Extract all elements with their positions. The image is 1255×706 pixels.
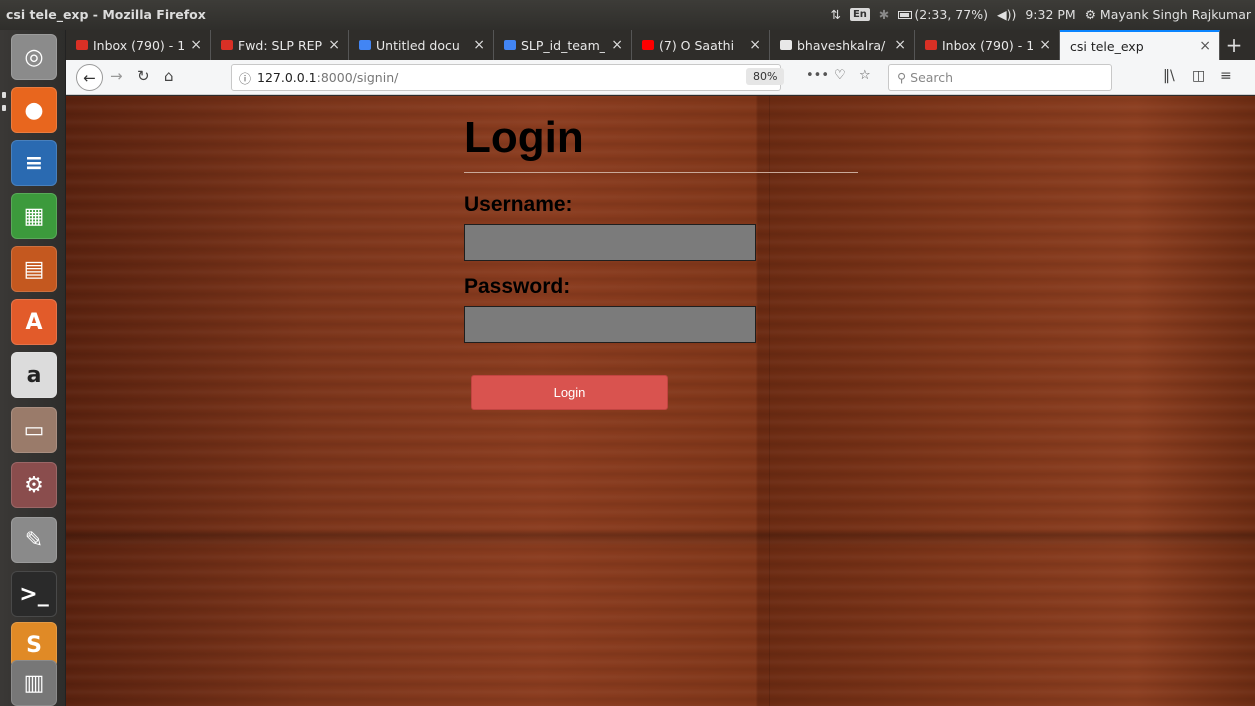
desktop-screen: csi tele_exp - Mozilla Firefox ⇅ En ✱ (2… xyxy=(0,0,1255,706)
running-indicator xyxy=(2,105,6,111)
tab-label: bhaveshkalra/ xyxy=(797,37,886,53)
library-icon[interactable]: ‖\ xyxy=(1163,68,1175,84)
top-panel: csi tele_exp - Mozilla Firefox ⇅ En ✱ (2… xyxy=(0,0,1255,30)
clock[interactable]: 9:32 PM xyxy=(1025,7,1075,22)
tab-label: Inbox (790) - 1 xyxy=(93,37,185,53)
tab-favicon-icon xyxy=(221,40,233,50)
gear-icon: ⚙ xyxy=(1084,7,1096,22)
navigation-bar: ← → ↻ ⌂ ⓘ 127.0.0.1:8000/signin/ 80% •••… xyxy=(66,60,1255,95)
browser-tab[interactable]: csi tele_exp × xyxy=(1060,30,1220,60)
bluetooth-icon[interactable]: ✱ xyxy=(879,7,889,22)
menu-icon[interactable]: ≡ xyxy=(1220,68,1232,84)
battery-icon xyxy=(898,11,913,19)
search-icon: ⚲ xyxy=(897,70,907,85)
search-placeholder: Search xyxy=(910,70,954,85)
tab-label: csi tele_exp xyxy=(1070,38,1144,54)
login-button[interactable]: Login xyxy=(471,375,668,410)
username-input[interactable] xyxy=(464,224,756,261)
url-host: 127.0.0.1 xyxy=(257,70,317,85)
page-content: Login Username: Password: Login xyxy=(66,96,1255,706)
browser-tab[interactable]: Untitled docu × xyxy=(349,30,494,60)
keyboard-layout-indicator[interactable]: En xyxy=(849,8,870,21)
tab-close-icon[interactable]: × xyxy=(1039,37,1051,53)
tab-favicon-icon xyxy=(359,40,371,50)
tab-label: Fwd: SLP REP( xyxy=(238,37,323,53)
system-settings-icon[interactable]: ⚙ xyxy=(11,462,57,508)
username-label: Username: xyxy=(464,193,573,216)
site-info-icon[interactable]: ⓘ xyxy=(239,70,251,87)
tab-favicon-icon xyxy=(504,40,516,50)
browser-tab[interactable]: (7) O Saathi × xyxy=(632,30,770,60)
browser-tab[interactable]: SLP_id_team_ × xyxy=(494,30,632,60)
new-tab-button[interactable]: + xyxy=(1220,30,1248,60)
tab-close-icon[interactable]: × xyxy=(894,37,906,53)
sidebar-icon[interactable]: ◫ xyxy=(1192,68,1205,84)
tab-label: Untitled docu xyxy=(376,37,460,53)
reload-button[interactable]: ↻ xyxy=(137,67,150,85)
tab-favicon-icon xyxy=(76,40,88,50)
tab-favicon-icon xyxy=(780,40,792,50)
tab-close-icon[interactable]: × xyxy=(190,37,202,53)
tab-favicon-icon xyxy=(925,40,937,50)
back-arrow-icon: ← xyxy=(83,68,96,87)
page-title: Login xyxy=(464,113,584,162)
tab-favicon-icon xyxy=(642,40,654,50)
workspaces-icon[interactable]: ▥ xyxy=(11,660,57,706)
tab-bar: Inbox (790) - 1 × Fwd: SLP REP(× Untitled d… xyxy=(66,30,1255,60)
launcher: ◎ ● ≡ ▦ ▤ Aa ▭ ⚙ ✎ >_ S ▥ xyxy=(0,30,66,706)
forward-button[interactable]: → xyxy=(110,67,123,85)
password-label: Password: xyxy=(464,275,571,298)
tab-label: SLP_id_team_ xyxy=(521,37,606,53)
browser-tab[interactable]: Inbox (790) - 1 × xyxy=(66,30,211,60)
url-path: :8000/signin/ xyxy=(316,70,399,85)
firefox-icon[interactable]: ● xyxy=(11,87,57,133)
password-input[interactable] xyxy=(464,306,756,343)
tab-close-icon[interactable]: × xyxy=(1199,38,1211,54)
page-actions-icon[interactable]: ••• xyxy=(806,68,829,83)
search-input[interactable]: ⚲ Search xyxy=(888,64,1112,91)
tab-close-icon[interactable]: × xyxy=(611,37,623,53)
amazon-icon[interactable]: a xyxy=(11,352,57,398)
browser-tab[interactable]: Fwd: SLP REP( × xyxy=(211,30,349,60)
libreoffice-calc-icon[interactable]: ▦ xyxy=(11,193,57,239)
zoom-indicator[interactable]: 80% xyxy=(746,68,785,85)
url-text[interactable]: 127.0.0.1:8000/signin/ xyxy=(257,70,398,85)
text-editor-icon[interactable]: ✎ xyxy=(11,517,57,563)
browser-tab[interactable]: bhaveshkalra/ × xyxy=(770,30,915,60)
file-manager-icon[interactable]: ▭ xyxy=(11,407,57,453)
libreoffice-impress-icon[interactable]: ▤ xyxy=(11,246,57,292)
running-indicator xyxy=(2,92,6,98)
tab-close-icon[interactable]: × xyxy=(328,37,340,53)
title-divider xyxy=(464,172,858,173)
tab-label: Inbox (790) - 1 xyxy=(942,37,1034,53)
session-indicator[interactable]: ⚙ Mayank Singh Rajkumar xyxy=(1085,7,1251,22)
browser-tab[interactable]: Inbox (790) - 1 × xyxy=(915,30,1060,60)
tab-label: (7) O Saathi xyxy=(659,37,735,53)
tab-close-icon[interactable]: × xyxy=(473,37,485,53)
back-button[interactable]: ← xyxy=(76,64,103,91)
url-bar[interactable]: ⓘ 127.0.0.1:8000/signin/ xyxy=(231,64,781,91)
home-button[interactable]: ⌂ xyxy=(164,67,174,85)
tab-close-icon[interactable]: × xyxy=(749,37,761,53)
software-center-icon[interactable]: A xyxy=(11,299,57,345)
user-name: Mayank Singh Rajkumar xyxy=(1099,7,1251,22)
bookmark-star-icon[interactable]: ☆ xyxy=(859,68,871,83)
volume-icon[interactable]: ◀)) xyxy=(997,7,1016,22)
terminal-icon[interactable]: >_ xyxy=(11,571,57,617)
battery-indicator[interactable]: (2:33, 77%) xyxy=(898,7,988,22)
battery-text: (2:33, 77%) xyxy=(914,7,988,22)
window-title: csi tele_exp - Mozilla Firefox xyxy=(6,7,206,22)
indicator-area: ⇅ En ✱ (2:33, 77%) ◀)) 9:32 PM ⚙ Mayank … xyxy=(830,7,1251,22)
pocket-icon[interactable]: ♡ xyxy=(834,68,846,83)
network-icon[interactable]: ⇅ xyxy=(830,7,840,22)
libreoffice-writer-icon[interactable]: ≡ xyxy=(11,140,57,186)
ubuntu-dash-icon[interactable]: ◎ xyxy=(11,34,57,80)
